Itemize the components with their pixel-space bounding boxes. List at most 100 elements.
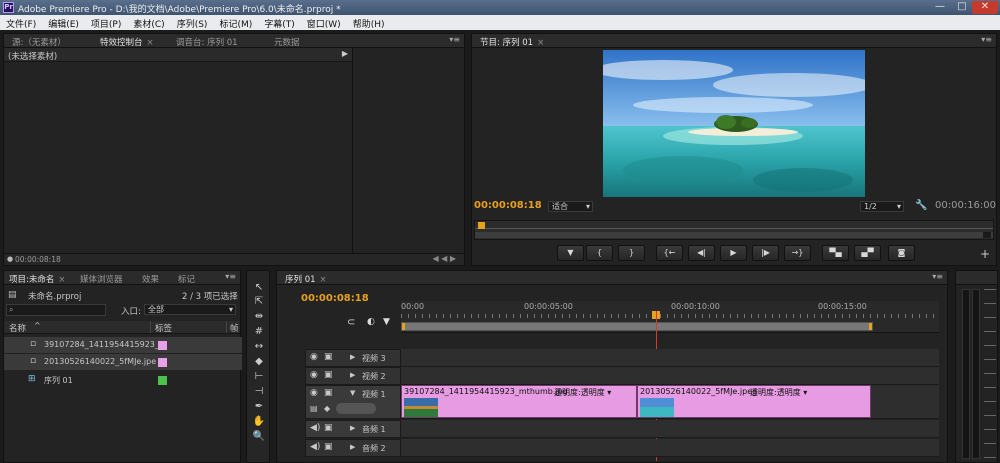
speaker-icon[interactable]: ◀)	[310, 423, 320, 433]
speaker-icon[interactable]: ◀)	[310, 442, 320, 452]
label-swatch[interactable]	[158, 341, 167, 350]
minimize-button[interactable]: —	[930, 1, 950, 14]
expand-arrow-icon[interactable]: ▶	[350, 353, 355, 361]
track-lane-a2[interactable]	[401, 439, 939, 457]
expand-arrow-icon[interactable]: ▶	[350, 424, 355, 432]
mark-in-button[interactable]: {	[586, 245, 613, 261]
tab-sequence[interactable]: 序列 01 ×	[285, 273, 327, 285]
lift-button[interactable]: ▀▄	[822, 245, 849, 261]
zoom-handle[interactable]	[983, 232, 991, 238]
tab-media-browser[interactable]: 媒体浏览器	[80, 273, 123, 285]
eye-icon[interactable]: ◉	[310, 388, 318, 398]
tab-markers[interactable]: 标记	[178, 273, 195, 285]
wrench-icon[interactable]: 🔧	[915, 200, 927, 211]
track-select-tool-icon[interactable]: ⇱	[251, 295, 267, 309]
lock-icon[interactable]: ▣	[324, 370, 333, 380]
keyframe-nav[interactable]	[336, 403, 376, 414]
add-marker-button[interactable]: ▼	[557, 245, 584, 261]
menu-window[interactable]: 窗口(W)	[301, 15, 347, 30]
menu-sequence[interactable]: 序列(S)	[171, 15, 214, 30]
ripple-edit-tool-icon[interactable]: ⇹	[251, 310, 267, 324]
keyframe-icon[interactable]: ◆	[324, 404, 330, 413]
work-area-start[interactable]	[402, 323, 405, 330]
go-to-out-button[interactable]: →}	[784, 245, 811, 261]
list-item[interactable]: ▫ 39107284_1411954415923_	[4, 337, 242, 353]
pen-tool-icon[interactable]: ✒	[251, 400, 267, 414]
panel-menu-icon[interactable]: ▾≡	[981, 35, 992, 44]
clip-fx-label[interactable]: 透明度:透明度 ▾	[554, 387, 611, 398]
add-marker-icon[interactable]: ◐	[367, 317, 375, 327]
tab-close-icon[interactable]: ×	[58, 275, 65, 285]
menu-file[interactable]: 文件(F)	[0, 15, 42, 30]
tab-effects[interactable]: 效果	[142, 273, 159, 285]
tab-project[interactable]: 项目:未命名 ×	[9, 273, 66, 285]
in-dropdown[interactable]: 全部 ▾	[144, 304, 236, 315]
track-header-v2[interactable]: ◉ ▣ ▶ 视频 2	[305, 367, 401, 385]
track-lane-v1[interactable]: 39107284_1411954415923_mthumb.jpg 透明度:透明…	[401, 385, 939, 419]
work-area-bar[interactable]	[401, 322, 873, 331]
tab-source[interactable]: 源:（无素材）	[12, 36, 66, 48]
expand-arrow-icon[interactable]: ▶	[350, 371, 355, 379]
tab-effect-controls[interactable]: 特效控制台 ×	[100, 36, 154, 48]
clip-fx-label[interactable]: 透明度:透明度 ▾	[750, 387, 807, 398]
close-button[interactable]: ✕	[972, 1, 998, 14]
lock-icon[interactable]: ▣	[324, 352, 333, 362]
track-header-v1[interactable]: ◉ ▣ ▼ 视频 1 ▤ ◆	[305, 385, 401, 419]
menu-edit[interactable]: 编辑(E)	[42, 15, 85, 30]
col-label[interactable]: 标签	[155, 322, 172, 334]
tab-close-icon[interactable]: ×	[537, 38, 544, 48]
video-clip[interactable]: 20130526140022_5fMJe.jpeg 透明度:透明度 ▾	[637, 385, 871, 418]
resolution-dropdown[interactable]: 1/2 ▾	[860, 201, 904, 212]
expand-arrow-icon[interactable]: ▶	[342, 49, 348, 58]
extract-button[interactable]: ▄▀	[854, 245, 881, 261]
col-name[interactable]: 名称	[9, 322, 26, 334]
work-area-end[interactable]	[869, 323, 872, 330]
timeline-ruler[interactable]: 00:00 00:00:05:00 00:00:10:00 00:00:15:0…	[401, 301, 939, 333]
fit-dropdown[interactable]: 适合 ▾	[548, 201, 593, 212]
program-current-timecode[interactable]: 00:00:08:18	[474, 200, 542, 211]
lock-icon[interactable]: ▣	[324, 388, 333, 398]
panel-menu-icon[interactable]: ▾≡	[932, 272, 943, 281]
video-clip[interactable]: 39107284_1411954415923_mthumb.jpg 透明度:透明…	[401, 385, 637, 418]
slip-tool-icon[interactable]: ⊢	[251, 370, 267, 384]
razor-tool-icon[interactable]: ◆	[251, 355, 267, 369]
zoom-tool-icon[interactable]: 🔍	[251, 430, 267, 444]
tab-metadata[interactable]: 元数据	[274, 36, 300, 48]
tab-close-icon[interactable]: ×	[320, 275, 327, 285]
program-time-ruler[interactable]	[474, 220, 994, 240]
selection-tool-icon[interactable]: ↖	[251, 281, 267, 295]
program-video-frame[interactable]	[603, 50, 865, 197]
tab-close-icon[interactable]: ×	[147, 38, 154, 48]
export-frame-button[interactable]: ◙	[888, 245, 915, 261]
display-style-icon[interactable]: ▤	[310, 404, 318, 413]
panel-menu-icon[interactable]: ▾≡	[225, 272, 236, 281]
list-item[interactable]: ⊞ 序列 01	[4, 372, 242, 388]
program-zoom-bar[interactable]	[475, 232, 993, 238]
collapse-arrow-icon[interactable]: ▼	[350, 389, 355, 397]
eye-icon[interactable]: ◉	[310, 352, 318, 362]
lock-icon[interactable]: ▣	[324, 442, 333, 452]
expand-arrow-icon[interactable]: ▶	[350, 443, 355, 451]
marker-icon[interactable]: ▼	[383, 317, 390, 327]
rolling-edit-tool-icon[interactable]: #	[251, 325, 267, 339]
rate-stretch-tool-icon[interactable]: ↔	[251, 340, 267, 354]
step-back-button[interactable]: ◀|	[688, 245, 715, 261]
slide-tool-icon[interactable]: ⊣	[251, 385, 267, 399]
maximize-button[interactable]: □	[952, 1, 972, 14]
lock-icon[interactable]: ▣	[324, 423, 333, 433]
tab-audio-mixer[interactable]: 调音台: 序列 01	[176, 36, 238, 48]
col-frame[interactable]: 帧	[230, 322, 239, 334]
step-forward-button[interactable]: |▶	[752, 245, 779, 261]
menu-project[interactable]: 项目(P)	[85, 15, 127, 30]
go-to-in-button[interactable]: {←	[656, 245, 683, 261]
hand-tool-icon[interactable]: ✋	[251, 415, 267, 429]
track-header-a2[interactable]: ◀) ▣ ▶ 音频 2	[305, 439, 401, 457]
eye-icon[interactable]: ◉	[310, 370, 318, 380]
effects-timecode[interactable]: 00:00:08:18	[15, 255, 61, 264]
label-swatch[interactable]	[158, 376, 167, 385]
menu-clip[interactable]: 素材(C)	[127, 15, 170, 30]
menu-title[interactable]: 字幕(T)	[258, 15, 301, 30]
add-button-icon[interactable]: +	[980, 247, 990, 261]
sort-asc-icon[interactable]: ^	[34, 321, 41, 330]
label-swatch[interactable]	[158, 358, 167, 367]
